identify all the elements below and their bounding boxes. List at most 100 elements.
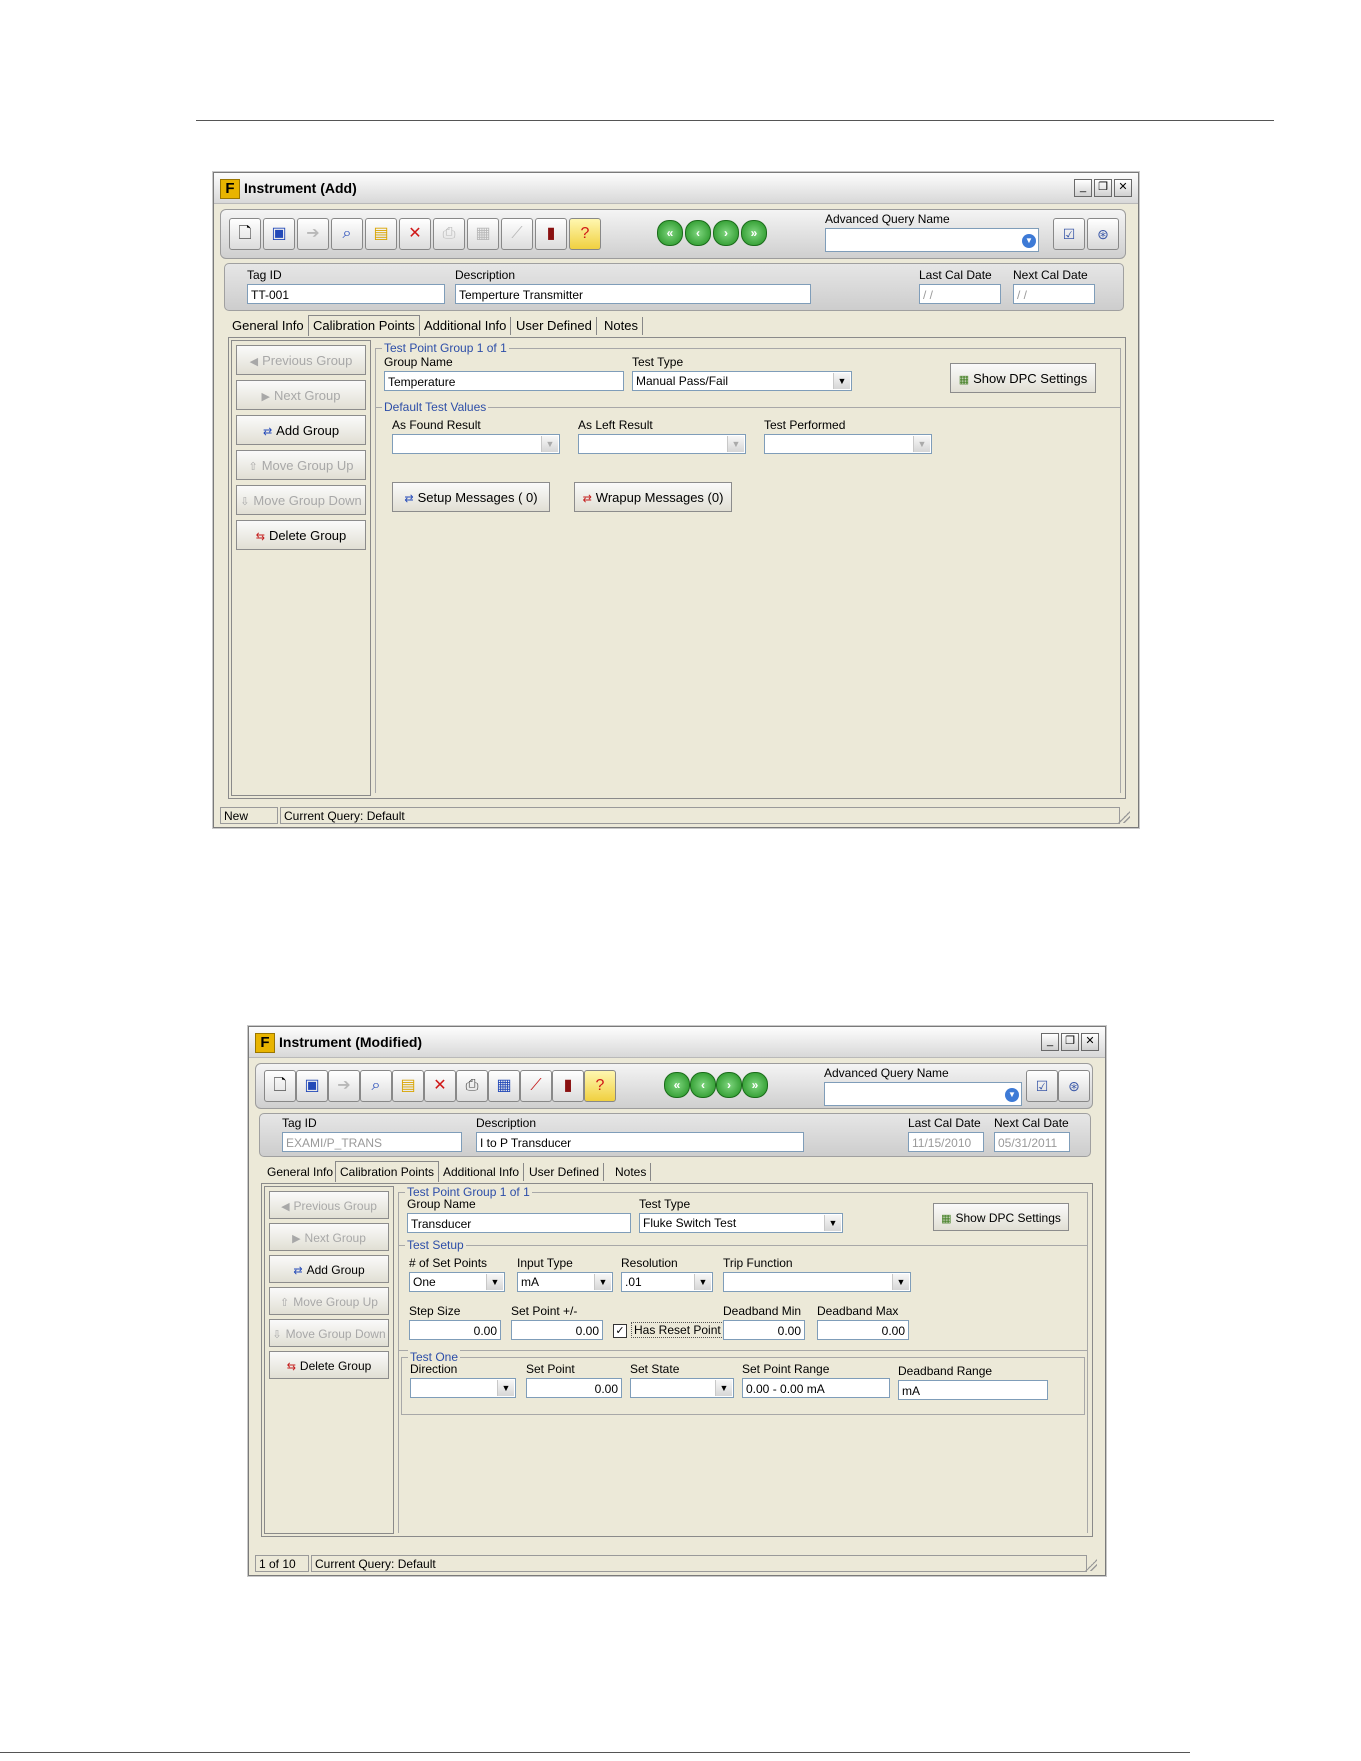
- tab-user-defined[interactable]: User Defined: [512, 317, 597, 335]
- resize-grip-icon[interactable]: [1085, 1559, 1097, 1571]
- tab-calibration-points[interactable]: Calibration Points: [335, 1161, 440, 1182]
- advanced-query-input[interactable]: ▼: [824, 1082, 1022, 1106]
- calibrator-icon[interactable]: ▮: [552, 1070, 584, 1102]
- save-icon[interactable]: ▣: [263, 218, 295, 250]
- next-group-button[interactable]: ▶ Next Group: [269, 1223, 389, 1251]
- move-group-down-button[interactable]: ⇩ Move Group Down: [269, 1319, 389, 1347]
- open-folder-icon[interactable]: ▤: [365, 218, 397, 250]
- help-icon[interactable]: ?: [584, 1070, 616, 1102]
- chevron-down-icon[interactable]: ▼: [715, 1380, 732, 1396]
- next-record-icon[interactable]: ›: [713, 220, 739, 246]
- add-group-button[interactable]: ⇄ Add Group: [269, 1255, 389, 1283]
- export-icon[interactable]: ➔: [297, 218, 329, 250]
- previous-group-button[interactable]: ◀ Previous Group: [236, 345, 366, 375]
- chevron-down-icon[interactable]: ▼: [497, 1380, 514, 1396]
- next-group-button[interactable]: ▶ Next Group: [236, 380, 366, 410]
- tab-notes[interactable]: Notes: [600, 317, 643, 335]
- close-icon[interactable]: ✕: [1114, 179, 1132, 197]
- report-icon[interactable]: ▦: [488, 1070, 520, 1102]
- tab-general-info[interactable]: General Info: [263, 1163, 339, 1181]
- minimize-icon[interactable]: _: [1074, 179, 1092, 197]
- chevron-down-icon[interactable]: ▼: [892, 1274, 909, 1290]
- chevron-down-icon[interactable]: ▼: [694, 1274, 711, 1290]
- run-query-icon[interactable]: ⊛: [1087, 218, 1119, 250]
- chevron-down-icon[interactable]: ▼: [824, 1215, 841, 1231]
- minimize-icon[interactable]: _: [1041, 1033, 1059, 1051]
- previous-record-icon[interactable]: ‹: [690, 1072, 716, 1098]
- add-group-button[interactable]: ⇄ Add Group: [236, 415, 366, 445]
- query-dropdown-icon[interactable]: ▼: [1005, 1088, 1019, 1102]
- export-icon[interactable]: ➔: [328, 1070, 360, 1102]
- resolution-select[interactable]: .01 ▼: [621, 1272, 713, 1292]
- deadband-max-field[interactable]: 0.00: [817, 1320, 909, 1340]
- resize-grip-icon[interactable]: [1118, 811, 1130, 823]
- last-record-icon[interactable]: »: [741, 220, 767, 246]
- calibrator-icon[interactable]: ▮: [535, 218, 567, 250]
- chart-icon[interactable]: ⟋: [520, 1070, 552, 1102]
- set-state-select[interactable]: ▼: [630, 1378, 734, 1398]
- move-group-up-button[interactable]: ⇧ Move Group Up: [236, 450, 366, 480]
- open-folder-icon[interactable]: ▤: [392, 1070, 424, 1102]
- set-point-pm-field[interactable]: 0.00: [511, 1320, 603, 1340]
- has-reset-point-checkbox[interactable]: ✓: [613, 1324, 627, 1338]
- show-dpc-settings-button[interactable]: ▦ Show DPC Settings: [933, 1203, 1069, 1231]
- group-name-field[interactable]: Temperature: [384, 371, 624, 391]
- tab-additional-info[interactable]: Additional Info: [420, 317, 512, 335]
- wrapup-messages-button[interactable]: ⇄ Wrapup Messages (0): [574, 482, 732, 512]
- description-field[interactable]: Temperture Transmitter: [455, 284, 811, 304]
- chevron-down-icon[interactable]: ▼: [913, 436, 930, 452]
- first-record-icon[interactable]: «: [664, 1072, 690, 1098]
- edit-query-icon[interactable]: ☑: [1053, 218, 1085, 250]
- advanced-query-input[interactable]: ▼: [825, 228, 1039, 252]
- report-icon[interactable]: ▦: [467, 218, 499, 250]
- setup-messages-button[interactable]: ⇄ Setup Messages ( 0): [392, 482, 550, 512]
- tab-user-defined[interactable]: User Defined: [525, 1163, 605, 1181]
- chevron-down-icon[interactable]: ▼: [727, 436, 744, 452]
- delete-group-button[interactable]: ⇆ Delete Group: [236, 520, 366, 550]
- delete-group-button[interactable]: ⇆ Delete Group: [269, 1351, 389, 1379]
- chevron-down-icon[interactable]: ▼: [833, 373, 850, 389]
- run-query-icon[interactable]: ⊛: [1058, 1070, 1090, 1102]
- find-icon[interactable]: ⌕: [360, 1070, 392, 1102]
- description-field[interactable]: I to P Transducer: [476, 1132, 804, 1152]
- as-found-result-select[interactable]: ▼: [392, 434, 560, 454]
- input-type-select[interactable]: mA ▼: [517, 1272, 613, 1292]
- help-icon[interactable]: ?: [569, 218, 601, 250]
- edit-query-icon[interactable]: ☑: [1026, 1070, 1058, 1102]
- tab-calibration-points[interactable]: Calibration Points: [308, 315, 420, 336]
- previous-record-icon[interactable]: ‹: [685, 220, 711, 246]
- query-dropdown-icon[interactable]: ▼: [1022, 234, 1036, 248]
- next-record-icon[interactable]: ›: [716, 1072, 742, 1098]
- last-record-icon[interactable]: »: [742, 1072, 768, 1098]
- print-icon[interactable]: ⎙: [433, 218, 465, 250]
- tab-notes[interactable]: Notes: [611, 1163, 652, 1181]
- direction-select[interactable]: ▼: [410, 1378, 516, 1398]
- print-icon[interactable]: ⎙: [456, 1070, 488, 1102]
- show-dpc-settings-button[interactable]: ▦ Show DPC Settings: [950, 363, 1096, 393]
- tab-general-info[interactable]: General Info: [228, 317, 309, 335]
- test-performed-select[interactable]: ▼: [764, 434, 932, 454]
- group-name-field[interactable]: Transducer: [407, 1213, 631, 1233]
- as-left-result-select[interactable]: ▼: [578, 434, 746, 454]
- restore-icon[interactable]: ❐: [1094, 179, 1112, 197]
- new-document-icon[interactable]: 🗋: [264, 1070, 296, 1102]
- set-point-field[interactable]: 0.00: [526, 1378, 622, 1398]
- chevron-down-icon[interactable]: ▼: [541, 436, 558, 452]
- first-record-icon[interactable]: «: [657, 220, 683, 246]
- num-set-points-select[interactable]: One ▼: [409, 1272, 505, 1292]
- chart-icon[interactable]: ⟋: [501, 218, 533, 250]
- step-size-field[interactable]: 0.00: [409, 1320, 501, 1340]
- trip-function-select[interactable]: ▼: [723, 1272, 911, 1292]
- tag-id-field[interactable]: TT-001: [247, 284, 445, 304]
- deadband-min-field[interactable]: 0.00: [723, 1320, 805, 1340]
- new-document-icon[interactable]: 🗋: [229, 218, 261, 250]
- chevron-down-icon[interactable]: ▼: [594, 1274, 611, 1290]
- save-icon[interactable]: ▣: [296, 1070, 328, 1102]
- close-icon[interactable]: ✕: [1081, 1033, 1099, 1051]
- test-type-select[interactable]: Fluke Switch Test ▼: [639, 1213, 843, 1233]
- move-group-down-button[interactable]: ⇩ Move Group Down: [236, 485, 366, 515]
- move-group-up-button[interactable]: ⇧ Move Group Up: [269, 1287, 389, 1315]
- previous-group-button[interactable]: ◀ Previous Group: [269, 1191, 389, 1219]
- find-icon[interactable]: ⌕: [331, 218, 363, 250]
- test-type-select[interactable]: Manual Pass/Fail ▼: [632, 371, 852, 391]
